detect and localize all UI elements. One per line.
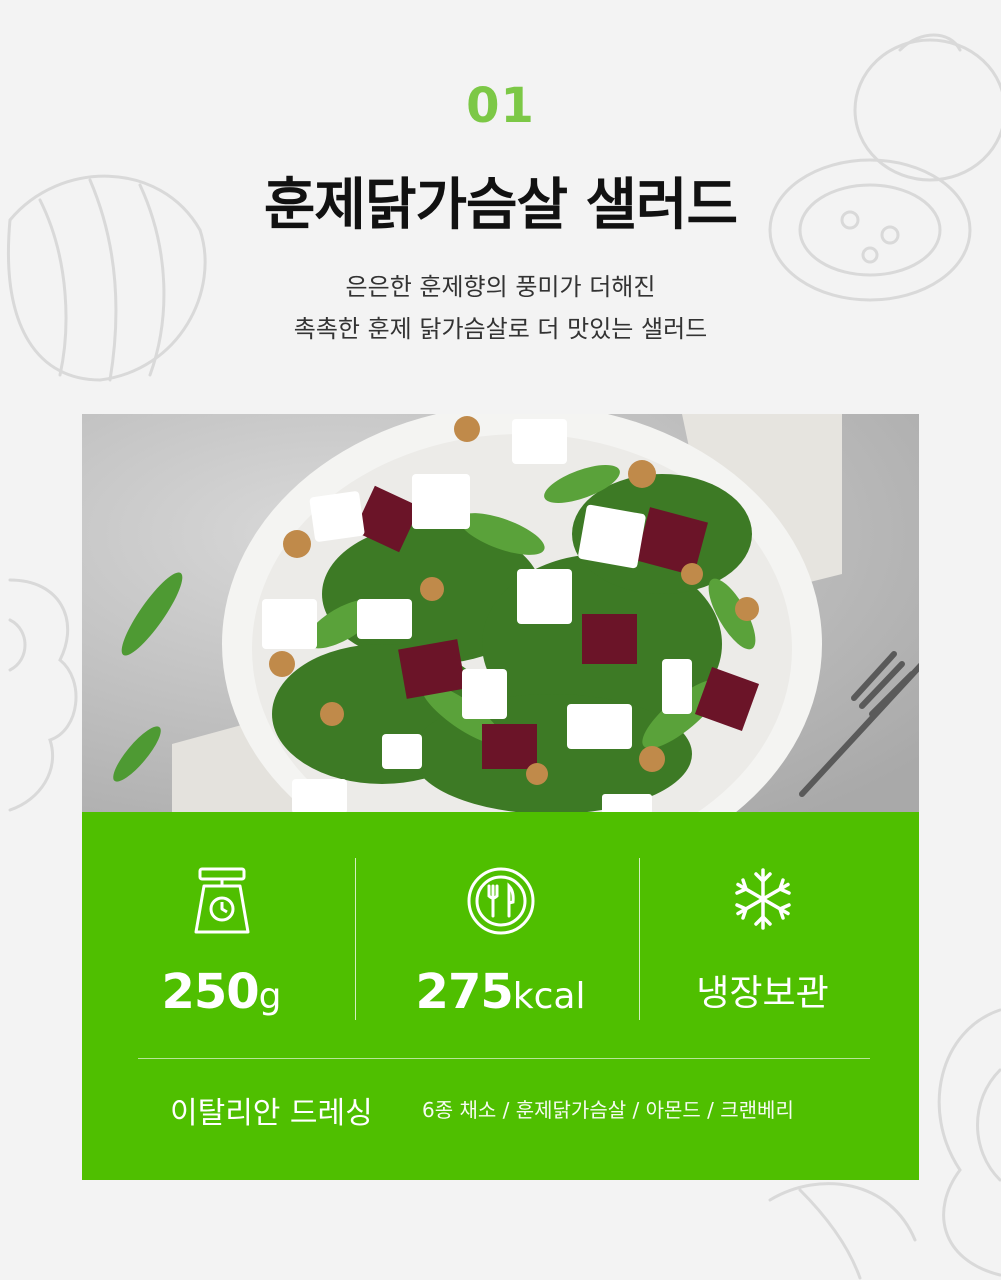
divider-1 xyxy=(355,858,356,1020)
storage-label: 냉장보관 xyxy=(696,973,829,1014)
section-number: 01 xyxy=(466,78,535,134)
horizontal-divider xyxy=(138,1058,870,1059)
calories-unit: kcal xyxy=(512,976,586,1017)
description-line-2: 촉촉한 훈제 닭가슴살로 더 맛있는 샐러드 xyxy=(293,315,708,343)
snowflake-icon xyxy=(730,866,796,936)
dressing-label: 이탈리안 드레싱 xyxy=(170,1096,373,1131)
weight-unit: g xyxy=(258,976,282,1017)
calories-spec: 275kcal xyxy=(361,812,640,1052)
weight-number: 250 xyxy=(161,964,259,1020)
salad-photo xyxy=(82,414,919,814)
storage-value: 냉장보관 xyxy=(623,964,902,1016)
background-broccoli-sketch xyxy=(8,578,78,812)
salad-illustration xyxy=(82,414,919,814)
plate-fork-knife-icon xyxy=(466,866,536,940)
storage-spec: 냉장보관 xyxy=(623,812,902,1052)
calories-number: 275 xyxy=(415,964,514,1020)
product-description: 은은한 훈제향의 풍미가 더해진 촉촉한 훈제 닭가슴살로 더 맛있는 샐러드 xyxy=(0,266,1001,350)
calories-value: 275kcal xyxy=(361,964,640,1020)
ingredients-list: 6종 채소 / 훈제닭가슴살 / 아몬드 / 크랜베리 xyxy=(422,1098,794,1122)
description-line-1: 은은한 훈제향의 풍미가 더해진 xyxy=(345,273,656,301)
kitchen-scale-icon xyxy=(192,866,252,942)
product-title: 훈제닭가슴살 샐러드 xyxy=(263,173,738,238)
nutrition-panel: 250g 275kcal 냉장보관 이탈리안 드레싱 6종 채소 / 훈제닭가슴… xyxy=(82,812,919,1180)
weight-spec: 250g xyxy=(82,812,361,1052)
weight-value: 250g xyxy=(82,964,361,1020)
